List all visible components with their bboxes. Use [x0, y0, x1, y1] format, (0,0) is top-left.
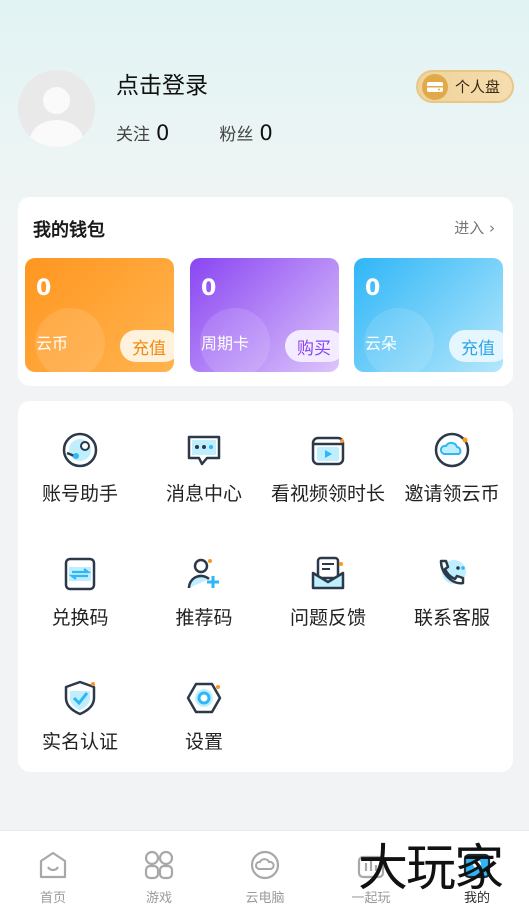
card-name: 云朵	[365, 334, 398, 353]
menu-item-verification[interactable]: 实名认证	[18, 649, 142, 759]
menu-item-label: 问题反馈	[289, 607, 366, 629]
follow-label[interactable]: 关注	[116, 120, 150, 145]
wallet-card-coins[interactable]: 0 云币 充值	[25, 258, 174, 372]
fans-label[interactable]: 粉丝	[219, 120, 253, 145]
watermark-logo: 大玩家	[358, 839, 504, 897]
card-name: 云币	[36, 334, 69, 353]
avatar[interactable]	[18, 70, 95, 147]
phone-icon	[439, 559, 466, 585]
personal-disk-label: 个人盘	[455, 78, 501, 96]
wallet-card: 我的钱包 进入 › 0 云币 充值 0 周期卡 购买 0 云朵 充值	[18, 197, 513, 386]
menu-item-label: 邀请领云币	[404, 483, 500, 505]
games-icon	[144, 850, 174, 880]
menu-item-invite[interactable]: 邀请领云币	[390, 401, 514, 511]
message-icon	[187, 435, 221, 466]
profile-header: 点击登录 关注 0 粉丝 0 个人盘	[0, 0, 529, 190]
tab-cloud-pc[interactable]: 云电脑	[212, 831, 318, 908]
social-stats: 关注 0 粉丝 0	[116, 120, 273, 145]
card-amount: 0	[365, 276, 381, 301]
disk-icon	[422, 73, 448, 100]
menu-item-label: 实名认证	[41, 731, 118, 753]
menu-item-label: 设置	[184, 731, 223, 753]
steam-icon	[62, 432, 98, 468]
wallet-card-period[interactable]: 0 周期卡 购买	[190, 258, 339, 372]
menu-item-referral-code[interactable]: 推荐码	[142, 525, 266, 635]
recharge-button[interactable]: 充值	[449, 330, 503, 362]
personal-disk-button[interactable]: 个人盘	[416, 70, 514, 103]
wallet-card-clouds[interactable]: 0 云朵 充值	[354, 258, 503, 372]
menu-item-redeem-code[interactable]: 兑换码	[18, 525, 142, 635]
menu-item-label: 看视频领时长	[270, 483, 385, 505]
recharge-button[interactable]: 充值	[120, 330, 174, 362]
home-icon	[39, 851, 67, 879]
menu-item-label: 兑换码	[51, 607, 109, 629]
menu-item-label: 联系客服	[413, 607, 490, 629]
add-user-icon	[187, 558, 219, 589]
follow-count[interactable]: 0	[156, 121, 169, 145]
card-name: 周期卡	[201, 334, 250, 353]
menu-item-account-helper[interactable]: 账号助手	[18, 401, 142, 511]
cloud-icon	[434, 432, 470, 468]
buy-button[interactable]: 购买	[285, 330, 339, 362]
card-amount: 0	[201, 276, 217, 301]
cloud-pc-icon	[250, 850, 280, 880]
menu-item-label: 账号助手	[41, 483, 118, 505]
card-amount: 0	[36, 276, 52, 301]
menu-item-customer-service[interactable]: 联系客服	[390, 525, 514, 635]
login-link[interactable]: 点击登录	[116, 66, 208, 100]
tab-games[interactable]: 游戏	[106, 831, 212, 908]
wallet-title: 我的钱包	[33, 220, 105, 241]
tab-home[interactable]: 首页	[0, 831, 106, 908]
function-menu: 账号助手 消息中心 看视频领时长 邀请领云币 兑换码 推荐码 问题反馈 联系客服…	[18, 401, 513, 772]
menu-item-label: 消息中心	[165, 483, 242, 505]
feedback-icon	[311, 556, 345, 590]
tab-label: 云电脑	[245, 891, 285, 906]
tab-label: 首页	[39, 891, 66, 906]
shield-check-icon	[64, 680, 96, 716]
menu-item-watch-video[interactable]: 看视频领时长	[266, 401, 390, 511]
settings-icon	[186, 682, 222, 714]
video-icon	[311, 436, 345, 466]
menu-item-label: 推荐码	[175, 607, 233, 629]
fans-count[interactable]: 0	[259, 121, 272, 145]
menu-item-message-center[interactable]: 消息中心	[142, 401, 266, 511]
menu-item-feedback[interactable]: 问题反馈	[266, 525, 390, 635]
exchange-icon	[64, 557, 96, 591]
menu-item-settings[interactable]: 设置	[142, 649, 266, 759]
wallet-enter-link[interactable]: 进入 ›	[454, 217, 495, 238]
tab-label: 游戏	[145, 891, 172, 906]
